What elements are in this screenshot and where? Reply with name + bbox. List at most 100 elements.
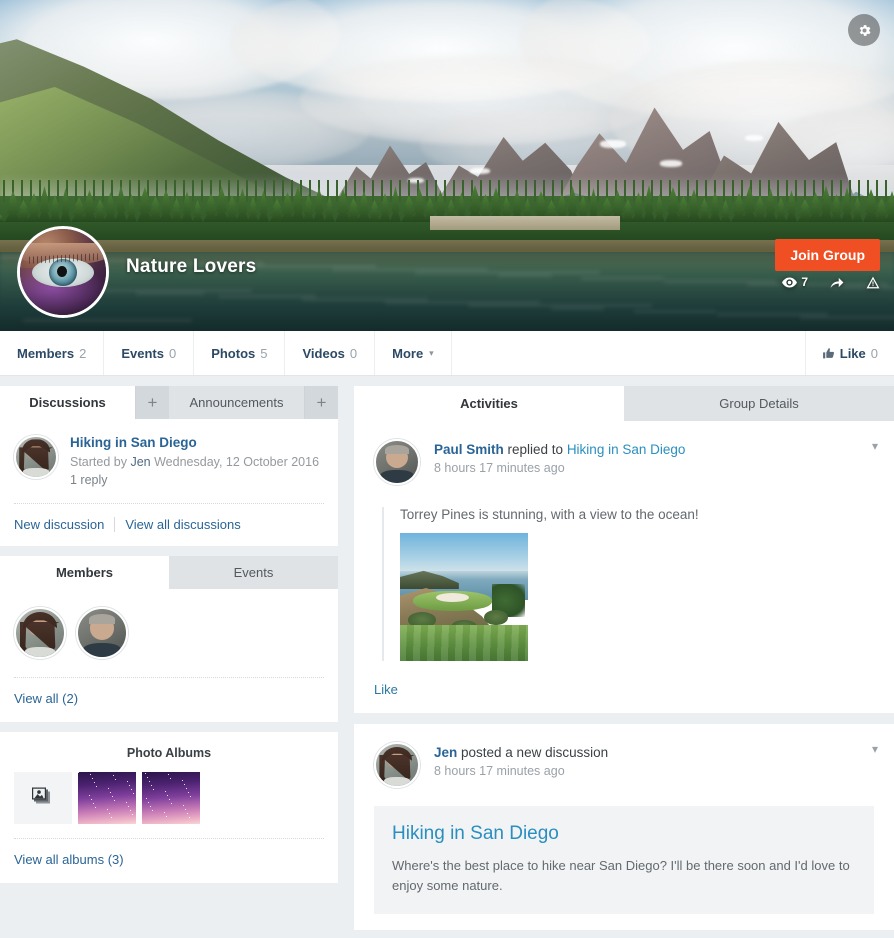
snow-patch: [600, 140, 626, 148]
view-all-albums-link[interactable]: View all albums (3): [14, 852, 124, 867]
nav-label: Events: [121, 345, 164, 361]
share-button[interactable]: [830, 276, 844, 289]
nav-item-events[interactable]: Events 0: [104, 331, 195, 375]
started-by-label: Started by: [70, 455, 127, 469]
group-nav-bar: Members 2 Events 0 Photos 5 Videos 0 Mor…: [0, 331, 894, 376]
group-cover-banner: Nature Lovers Join Group 7: [0, 0, 894, 331]
album-thumbnails: [0, 772, 338, 825]
nav-count: 2: [79, 345, 87, 361]
discussion-preview: Hiking in San Diego Where's the best pla…: [374, 806, 874, 915]
page-title: Nature Lovers: [126, 256, 257, 277]
album-thumb[interactable]: [142, 772, 200, 825]
discussion-title[interactable]: Hiking in San Diego: [70, 435, 319, 450]
post-body-text: Torrey Pines is stunning, with a view to…: [400, 507, 699, 522]
post-timestamp: 8 hours 17 minutes ago: [434, 764, 565, 778]
view-count[interactable]: 7: [782, 275, 808, 289]
post-quote: Torrey Pines is stunning, with a view to…: [382, 507, 874, 661]
albums-actions: View all albums (3): [0, 839, 338, 883]
like-count: 0: [870, 345, 878, 361]
gear-icon[interactable]: [848, 14, 880, 46]
discussions-tabs: Discussions + Announcements +: [0, 386, 338, 419]
add-discussion-button[interactable]: +: [135, 386, 169, 419]
members-tabs: Members Events: [0, 556, 338, 590]
reply-count: 1 reply: [70, 473, 108, 488]
chevron-down-icon: ▾: [429, 347, 434, 358]
album-placeholder-thumb[interactable]: [14, 772, 72, 825]
discussion-preview-title[interactable]: Hiking in San Diego: [392, 823, 856, 845]
nav-label: Photos: [211, 345, 256, 361]
report-button[interactable]: [866, 276, 880, 289]
like-link[interactable]: Like: [374, 682, 398, 697]
discussion-list: Hiking in San Diego Started by Jen Wedne…: [0, 419, 338, 505]
photo-albums-panel: Photo Albums View all albums (3): [0, 732, 338, 884]
tab-members[interactable]: Members: [0, 556, 169, 590]
avatar[interactable]: [374, 439, 420, 485]
cover-photo-mountain-lake: [0, 0, 894, 331]
add-announcement-button[interactable]: +: [304, 386, 338, 419]
nav-count: 0: [349, 345, 358, 361]
view-count-value: 7: [801, 275, 808, 289]
group-avatar[interactable]: [17, 226, 109, 318]
nav-count: 0: [168, 345, 177, 361]
tab-announcements[interactable]: Announcements: [169, 386, 304, 419]
like-label: Like: [839, 345, 866, 361]
chevron-down-icon[interactable]: ▾: [872, 439, 878, 453]
nav-label: More: [392, 345, 424, 361]
view-all-members-link[interactable]: View all (2): [14, 691, 78, 706]
discussion-text: Hiking in San Diego Started by Jen Wedne…: [70, 435, 319, 487]
activity-post: ▾ Paul Smith replied to Hiking in San Di…: [354, 421, 894, 713]
member-avatars: [0, 589, 338, 679]
post-action: posted a new discussion: [457, 745, 609, 760]
discussion-meta: Started by Jen Wednesday, 12 October 201…: [70, 453, 319, 471]
tab-discussions[interactable]: Discussions: [0, 386, 135, 419]
nav-item-members[interactable]: Members 2: [0, 331, 105, 375]
post-timestamp: 8 hours 17 minutes ago: [434, 461, 565, 475]
avatar[interactable]: [76, 607, 128, 660]
nav-label: Members: [17, 345, 75, 361]
discussions-panel: Discussions + Announcements + Hiking in …: [0, 386, 338, 547]
post-target-link[interactable]: Hiking in San Diego: [567, 442, 686, 457]
post-author[interactable]: Paul Smith: [434, 442, 504, 457]
nav-label: Videos: [302, 345, 345, 361]
avatar[interactable]: [14, 435, 58, 479]
like-button[interactable]: Like 0: [806, 331, 894, 375]
nav-item-photos[interactable]: Photos 5: [194, 331, 286, 375]
cosmic-eye-image: [20, 229, 106, 315]
activity-post: ▾ Jen posted a new discussion 8 hours 17…: [354, 724, 894, 931]
snow-patch: [660, 160, 682, 167]
list-item[interactable]: Hiking in San Diego Started by Jen Wedne…: [14, 435, 324, 487]
discussion-actions: New discussion View all discussions: [0, 504, 338, 546]
avatar[interactable]: [14, 607, 66, 660]
activity-headline: Paul Smith replied to Hiking in San Dieg…: [434, 442, 685, 457]
discussion-author[interactable]: Jen: [130, 455, 150, 469]
discussion-date: Wednesday, 12 October 2016: [154, 455, 320, 469]
post-image-torrey-pines[interactable]: [400, 533, 528, 661]
snow-patch: [470, 168, 490, 174]
discussion-preview-body: Where's the best place to hike near San …: [392, 858, 850, 894]
main-column: Activities Group Details ▾ Paul Smith re…: [354, 386, 894, 938]
members-actions: View all (2): [0, 678, 338, 722]
join-group-button[interactable]: Join Group: [775, 239, 880, 271]
tab-activities[interactable]: Activities: [354, 386, 624, 421]
nav-item-more[interactable]: More ▾: [375, 331, 452, 375]
eye-icon: [782, 277, 798, 287]
nav-spacer: [452, 331, 806, 375]
activity-headline: Jen posted a new discussion: [434, 745, 608, 760]
cover-stats: 7: [782, 275, 880, 289]
album-thumb[interactable]: [78, 772, 136, 825]
sidebar: Discussions + Announcements + Hiking in …: [0, 386, 338, 938]
tab-events[interactable]: Events: [169, 556, 338, 590]
stacked-photos-icon: [32, 787, 50, 804]
tab-group-details[interactable]: Group Details: [624, 386, 894, 421]
avatar[interactable]: [374, 742, 420, 788]
post-author[interactable]: Jen: [434, 745, 457, 760]
post-actions: Like: [374, 682, 874, 697]
nav-count: 5: [260, 345, 268, 361]
new-discussion-link[interactable]: New discussion: [14, 517, 104, 532]
chevron-down-icon[interactable]: ▾: [872, 742, 878, 756]
nav-item-videos[interactable]: Videos 0: [285, 331, 376, 375]
members-panel: Members Events View all (2): [0, 556, 338, 723]
view-all-discussions-link[interactable]: View all discussions: [125, 517, 240, 532]
thumbs-up-icon: [822, 347, 834, 358]
warning-triangle-icon: [866, 276, 880, 288]
